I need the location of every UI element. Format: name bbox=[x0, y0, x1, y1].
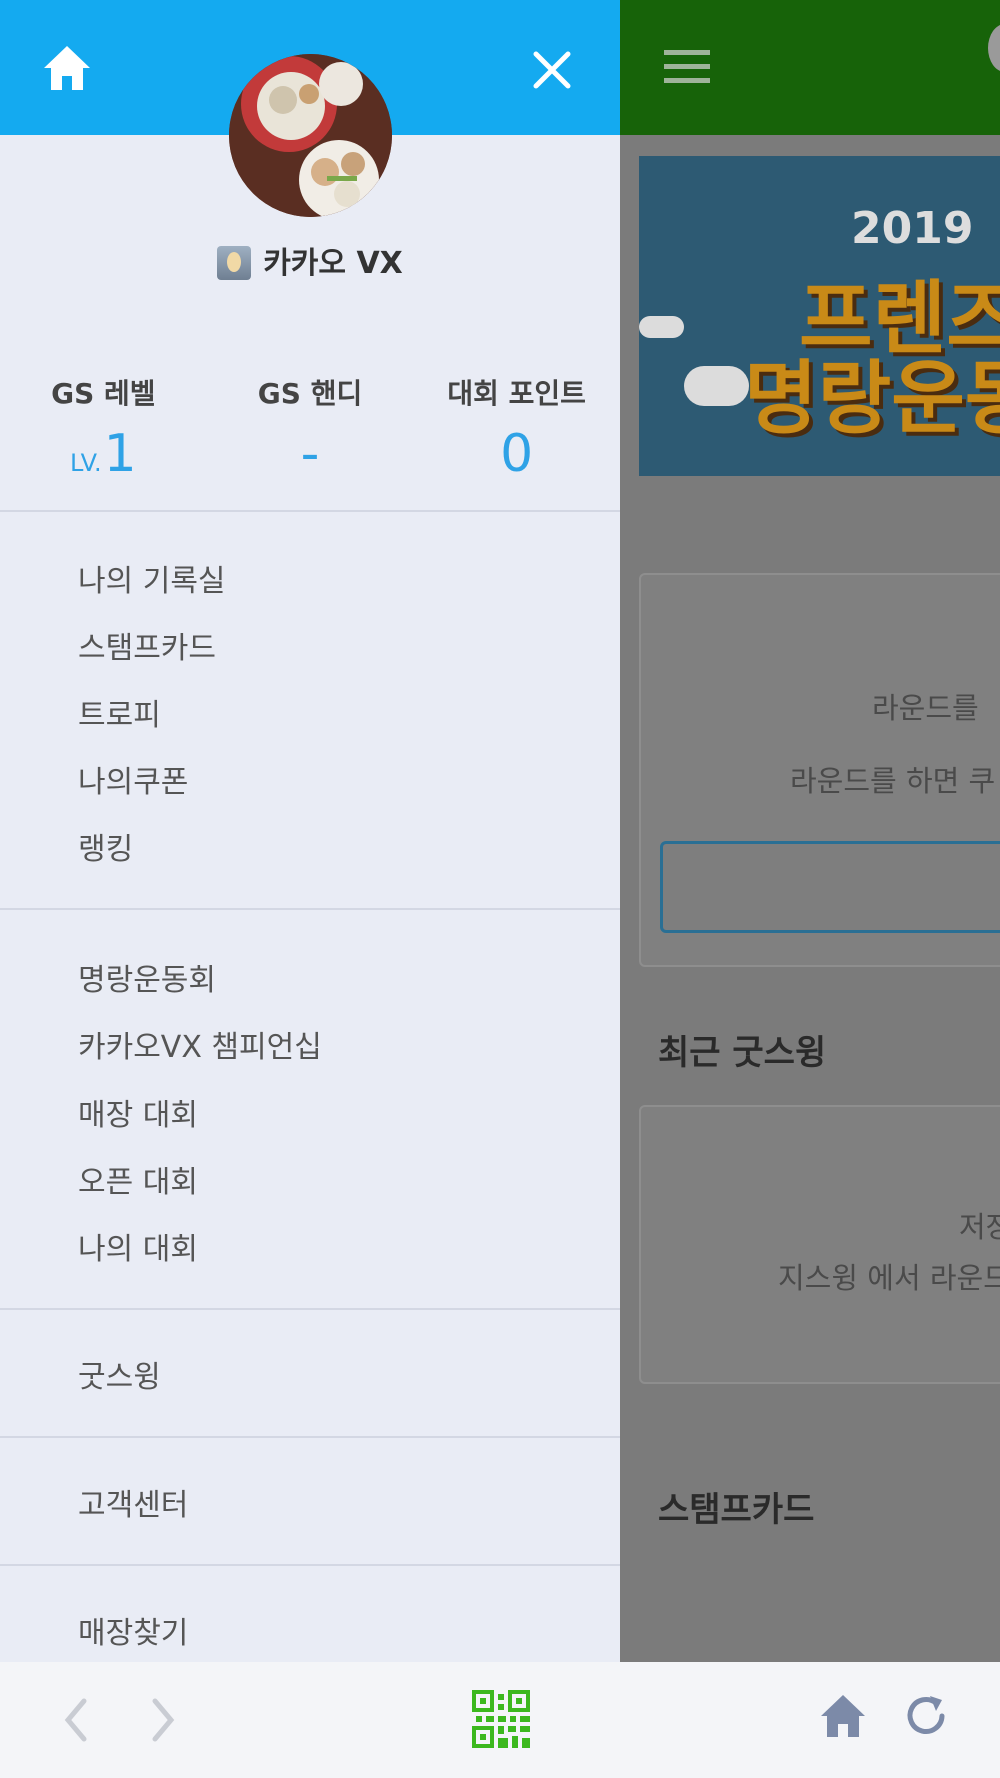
banner-title-line2: 명랑운동 bbox=[744, 352, 1000, 445]
stat-value: 0 bbox=[500, 424, 534, 484]
goodswing-card: 저장 지스윙 에서 라운드 bbox=[639, 1105, 1000, 1384]
menu-item-my-records[interactable]: 나의 기록실 bbox=[78, 556, 226, 600]
forward-arrow-icon[interactable] bbox=[145, 1695, 179, 1745]
divider bbox=[0, 510, 620, 512]
main-page-overlay[interactable]: 2019 프렌즈 명랑운동 라운드를 라운드를 하면 쿠 최근 굿스윙 저장 지… bbox=[620, 0, 1000, 1662]
stat-value: - bbox=[300, 424, 320, 484]
menu-item-trophy[interactable]: 트로피 bbox=[78, 690, 161, 734]
stat-label: GS 레벨 bbox=[51, 377, 156, 410]
menu-item-goodswing[interactable]: 굿스윙 bbox=[78, 1352, 161, 1396]
round-card-subtext: 라운드를 하면 쿠 bbox=[790, 764, 996, 798]
back-arrow-icon[interactable] bbox=[60, 1695, 94, 1745]
avatar[interactable] bbox=[229, 54, 392, 217]
stat-tournament-points: 대회 포인트 0 bbox=[413, 370, 620, 510]
menu-item-open-tournament[interactable]: 오픈 대회 bbox=[78, 1157, 198, 1201]
round-card-text: 라운드를 bbox=[872, 691, 979, 725]
close-icon[interactable] bbox=[532, 50, 572, 90]
divider bbox=[0, 908, 620, 910]
menu-item-sports-day[interactable]: 명랑운동회 bbox=[78, 955, 216, 999]
cloud-decoration bbox=[684, 366, 749, 406]
bottom-toolbar bbox=[0, 1662, 1000, 1778]
home-icon[interactable] bbox=[42, 44, 92, 92]
home-icon[interactable] bbox=[818, 1692, 868, 1740]
qr-code-icon[interactable] bbox=[472, 1690, 530, 1748]
menu-item-my-tournaments[interactable]: 나의 대회 bbox=[78, 1224, 198, 1268]
section-title-stampcard: 스탬프카드 bbox=[658, 1490, 815, 1530]
stat-value: LV.1 bbox=[69, 424, 137, 484]
divider bbox=[0, 1308, 620, 1310]
stat-gs-handicap: GS 핸디 - bbox=[207, 370, 414, 510]
profile-name: 카카오 VX bbox=[0, 238, 620, 282]
round-start-button[interactable] bbox=[660, 841, 1000, 933]
level-badge-icon bbox=[217, 246, 252, 280]
profile-icon[interactable] bbox=[988, 24, 1000, 72]
menu-item-championship[interactable]: 카카오VX 챔피언십 bbox=[78, 1022, 322, 1066]
menu-item-stamp-card[interactable]: 스탬프카드 bbox=[78, 623, 216, 667]
stat-label: GS 핸디 bbox=[257, 377, 363, 410]
banner-year: 2019 bbox=[851, 203, 974, 254]
divider bbox=[0, 1564, 620, 1566]
side-drawer: 카카오 VX GS 레벨 LV.1 GS 핸디 - 대회 포인트 0 나의 기록… bbox=[0, 0, 620, 1662]
menu-item-find-store[interactable]: 매장찾기 bbox=[78, 1608, 188, 1652]
goodswing-empty-subtext: 지스윙 에서 라운드 bbox=[778, 1261, 1000, 1295]
divider bbox=[0, 1436, 620, 1438]
cloud-decoration bbox=[639, 316, 684, 338]
refresh-icon[interactable] bbox=[902, 1692, 950, 1740]
stat-gs-level: GS 레벨 LV.1 bbox=[0, 370, 207, 510]
stats-row: GS 레벨 LV.1 GS 핸디 - 대회 포인트 0 bbox=[0, 370, 620, 510]
menu-item-my-coupons[interactable]: 나의쿠폰 bbox=[78, 757, 188, 801]
menu-item-ranking[interactable]: 랭킹 bbox=[78, 824, 133, 868]
event-banner[interactable]: 2019 프렌즈 명랑운동 bbox=[639, 156, 1000, 476]
main-topbar bbox=[620, 0, 1000, 135]
goodswing-empty-text: 저장 bbox=[959, 1210, 1000, 1244]
menu-item-customer-center[interactable]: 고객센터 bbox=[78, 1480, 188, 1524]
stat-label: 대회 포인트 bbox=[447, 377, 586, 410]
menu-item-store-tournament[interactable]: 매장 대회 bbox=[78, 1090, 198, 1134]
section-title-recent-goodswing: 최근 굿스윙 bbox=[658, 1033, 827, 1073]
hamburger-menu-icon[interactable] bbox=[664, 50, 710, 84]
